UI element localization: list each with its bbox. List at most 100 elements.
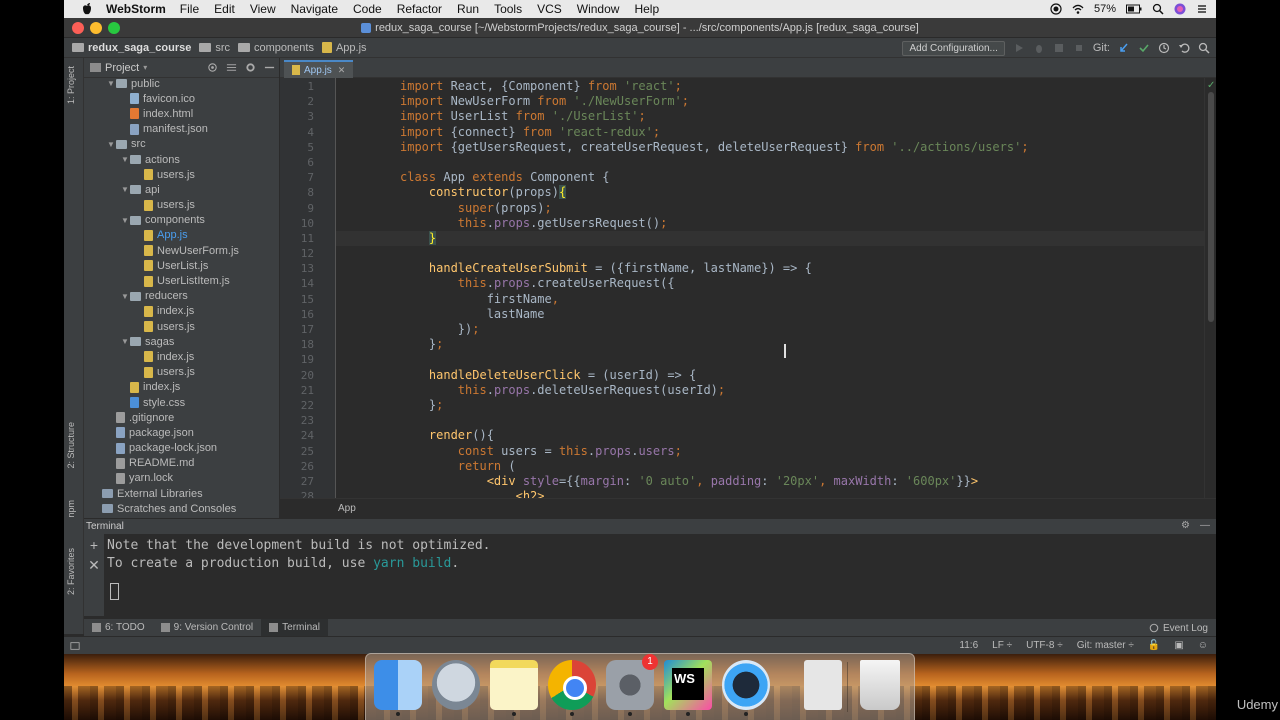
notes-icon[interactable] <box>490 660 538 716</box>
menu-window[interactable]: Window <box>577 2 620 16</box>
structure-tool-tab[interactable]: 2: Structure <box>66 422 76 469</box>
chrome-icon[interactable] <box>548 660 596 716</box>
editor-tab-app-js[interactable]: App.js ✕ <box>284 60 354 78</box>
caret-position[interactable]: 11:6 <box>959 640 978 651</box>
debug-icon[interactable] <box>1033 42 1045 54</box>
tree-item[interactable]: ▼ reducers <box>84 289 279 304</box>
tree-item[interactable]: users.js <box>84 365 279 380</box>
tree-item[interactable]: package-lock.json <box>84 441 279 456</box>
close-window-button[interactable] <box>72 22 84 34</box>
terminal-scrollbar[interactable] <box>1204 534 1216 616</box>
crumb-components[interactable]: components <box>238 42 314 54</box>
minimize-window-button[interactable] <box>90 22 102 34</box>
close-session-icon[interactable]: ✕ <box>84 556 104 574</box>
menu-help[interactable]: Help <box>634 2 659 16</box>
tree-item[interactable]: manifest.json <box>84 122 279 137</box>
vcs-commit-icon[interactable] <box>1138 42 1150 54</box>
menu-code[interactable]: Code <box>353 2 382 16</box>
tree-item[interactable]: users.js <box>84 167 279 182</box>
app-menu-name[interactable]: WebStorm <box>106 2 166 16</box>
scroll-from-source-icon[interactable] <box>207 62 218 73</box>
expand-arrow-icon[interactable]: ▼ <box>120 292 130 301</box>
file-encoding[interactable]: UTF-8 ÷ <box>1026 640 1063 651</box>
tree-item[interactable]: UserListItem.js <box>84 273 279 288</box>
version-control-tool-button[interactable]: 9: Version Control <box>153 619 262 637</box>
tree-item[interactable]: package.json <box>84 425 279 440</box>
menu-tools[interactable]: Tools <box>494 2 522 16</box>
expand-arrow-icon[interactable]: ▼ <box>106 140 116 149</box>
tree-item[interactable]: yarn.lock <box>84 471 279 486</box>
event-log-button[interactable]: Event Log <box>1149 619 1208 637</box>
system-preferences-icon[interactable]: 1 <box>606 654 658 716</box>
gear-icon[interactable]: ⚙ <box>1181 520 1190 531</box>
crumb-project[interactable]: redux_saga_course <box>72 42 191 54</box>
crumb-file[interactable]: App.js <box>321 42 367 54</box>
webstorm-icon[interactable]: WS <box>664 660 712 716</box>
menu-view[interactable]: View <box>250 2 276 16</box>
tree-item[interactable]: favicon.ico <box>84 91 279 106</box>
vcs-revert-icon[interactable] <box>1178 42 1190 54</box>
menu-run[interactable]: Run <box>457 2 479 16</box>
finder-icon[interactable] <box>374 660 422 716</box>
tree-item[interactable]: ▼ sagas <box>84 334 279 349</box>
spotlight-search-icon[interactable] <box>1152 3 1164 15</box>
menu-edit[interactable]: Edit <box>214 2 235 16</box>
tree-item[interactable]: ▼ src <box>84 137 279 152</box>
coverage-icon[interactable] <box>1053 42 1065 54</box>
stop-icon[interactable] <box>1073 42 1085 54</box>
tree-item[interactable]: App.js <box>84 228 279 243</box>
zoom-window-button[interactable] <box>108 22 120 34</box>
expand-arrow-icon[interactable]: ▼ <box>106 79 116 88</box>
collapse-all-icon[interactable] <box>226 62 237 73</box>
expand-arrow-icon[interactable]: ▼ <box>120 337 130 346</box>
tree-item[interactable]: index.js <box>84 349 279 364</box>
tree-item[interactable]: style.css <box>84 395 279 410</box>
project-tool-tab[interactable]: 1: Project <box>66 66 76 104</box>
wifi-icon[interactable] <box>1072 3 1084 15</box>
launchpad-icon[interactable] <box>432 660 480 710</box>
new-session-icon[interactable]: + <box>84 536 104 554</box>
tree-item[interactable]: users.js <box>84 198 279 213</box>
lock-icon[interactable]: 🔓 <box>1148 640 1160 651</box>
menu-navigate[interactable]: Navigate <box>291 2 338 16</box>
expand-arrow-icon[interactable]: ▼ <box>120 155 130 164</box>
battery-icon[interactable] <box>1126 3 1142 15</box>
gear-icon[interactable] <box>245 62 256 73</box>
tree-item[interactable]: ▼ components <box>84 213 279 228</box>
expand-arrow-icon[interactable]: ▼ <box>120 185 130 194</box>
toggle-tool-windows-icon[interactable] <box>70 641 80 651</box>
hide-panel-icon[interactable] <box>264 62 275 73</box>
tree-item[interactable]: index.js <box>84 380 279 395</box>
terminal-output[interactable]: Note that the development build is not o… <box>104 534 1204 616</box>
inspection-ok-icon[interactable]: ✓ <box>1207 80 1215 91</box>
terminal-tool-button[interactable]: Terminal <box>261 618 328 637</box>
search-everywhere-icon[interactable] <box>1198 42 1210 54</box>
archive-utility-icon[interactable] <box>804 660 842 710</box>
tree-item[interactable]: ▼ public <box>84 76 279 91</box>
notification-center-icon[interactable] <box>1196 3 1208 15</box>
tree-item[interactable]: README.md <box>84 456 279 471</box>
tree-item[interactable]: ▼ api <box>84 182 279 197</box>
tree-item[interactable]: index.js <box>84 304 279 319</box>
editor-scrollbar[interactable]: ✓ <box>1204 78 1216 498</box>
tree-item[interactable]: NewUserForm.js <box>84 243 279 258</box>
tree-item[interactable]: Scratches and Consoles <box>84 501 279 516</box>
vcs-update-icon[interactable] <box>1118 42 1130 54</box>
favorites-tool-tab[interactable]: 2: Favorites <box>66 548 76 595</box>
apple-icon[interactable] <box>80 2 94 16</box>
chevron-down-icon[interactable]: ▾ <box>143 63 147 72</box>
scrollbar-thumb[interactable] <box>1208 92 1214 322</box>
menu-vcs[interactable]: VCS <box>537 2 562 16</box>
close-tab-icon[interactable]: ✕ <box>338 65 346 76</box>
npm-tool-tab[interactable]: npm <box>66 500 76 518</box>
run-icon[interactable] <box>1013 42 1025 54</box>
editor-breadcrumb-item[interactable]: App <box>338 503 356 514</box>
inspector-icon[interactable]: ☺ <box>1198 640 1208 651</box>
memory-indicator-icon[interactable]: ▣ <box>1174 640 1183 651</box>
todo-tool-button[interactable]: 6: TODO <box>84 619 153 637</box>
code-editor[interactable]: import React, {Component} from 'react'; i… <box>336 78 1204 498</box>
crumb-src[interactable]: src <box>199 42 230 54</box>
line-separator[interactable]: LF ÷ <box>992 640 1012 651</box>
siri-icon[interactable] <box>1174 3 1186 15</box>
git-branch[interactable]: Git: master ÷ <box>1077 640 1134 651</box>
